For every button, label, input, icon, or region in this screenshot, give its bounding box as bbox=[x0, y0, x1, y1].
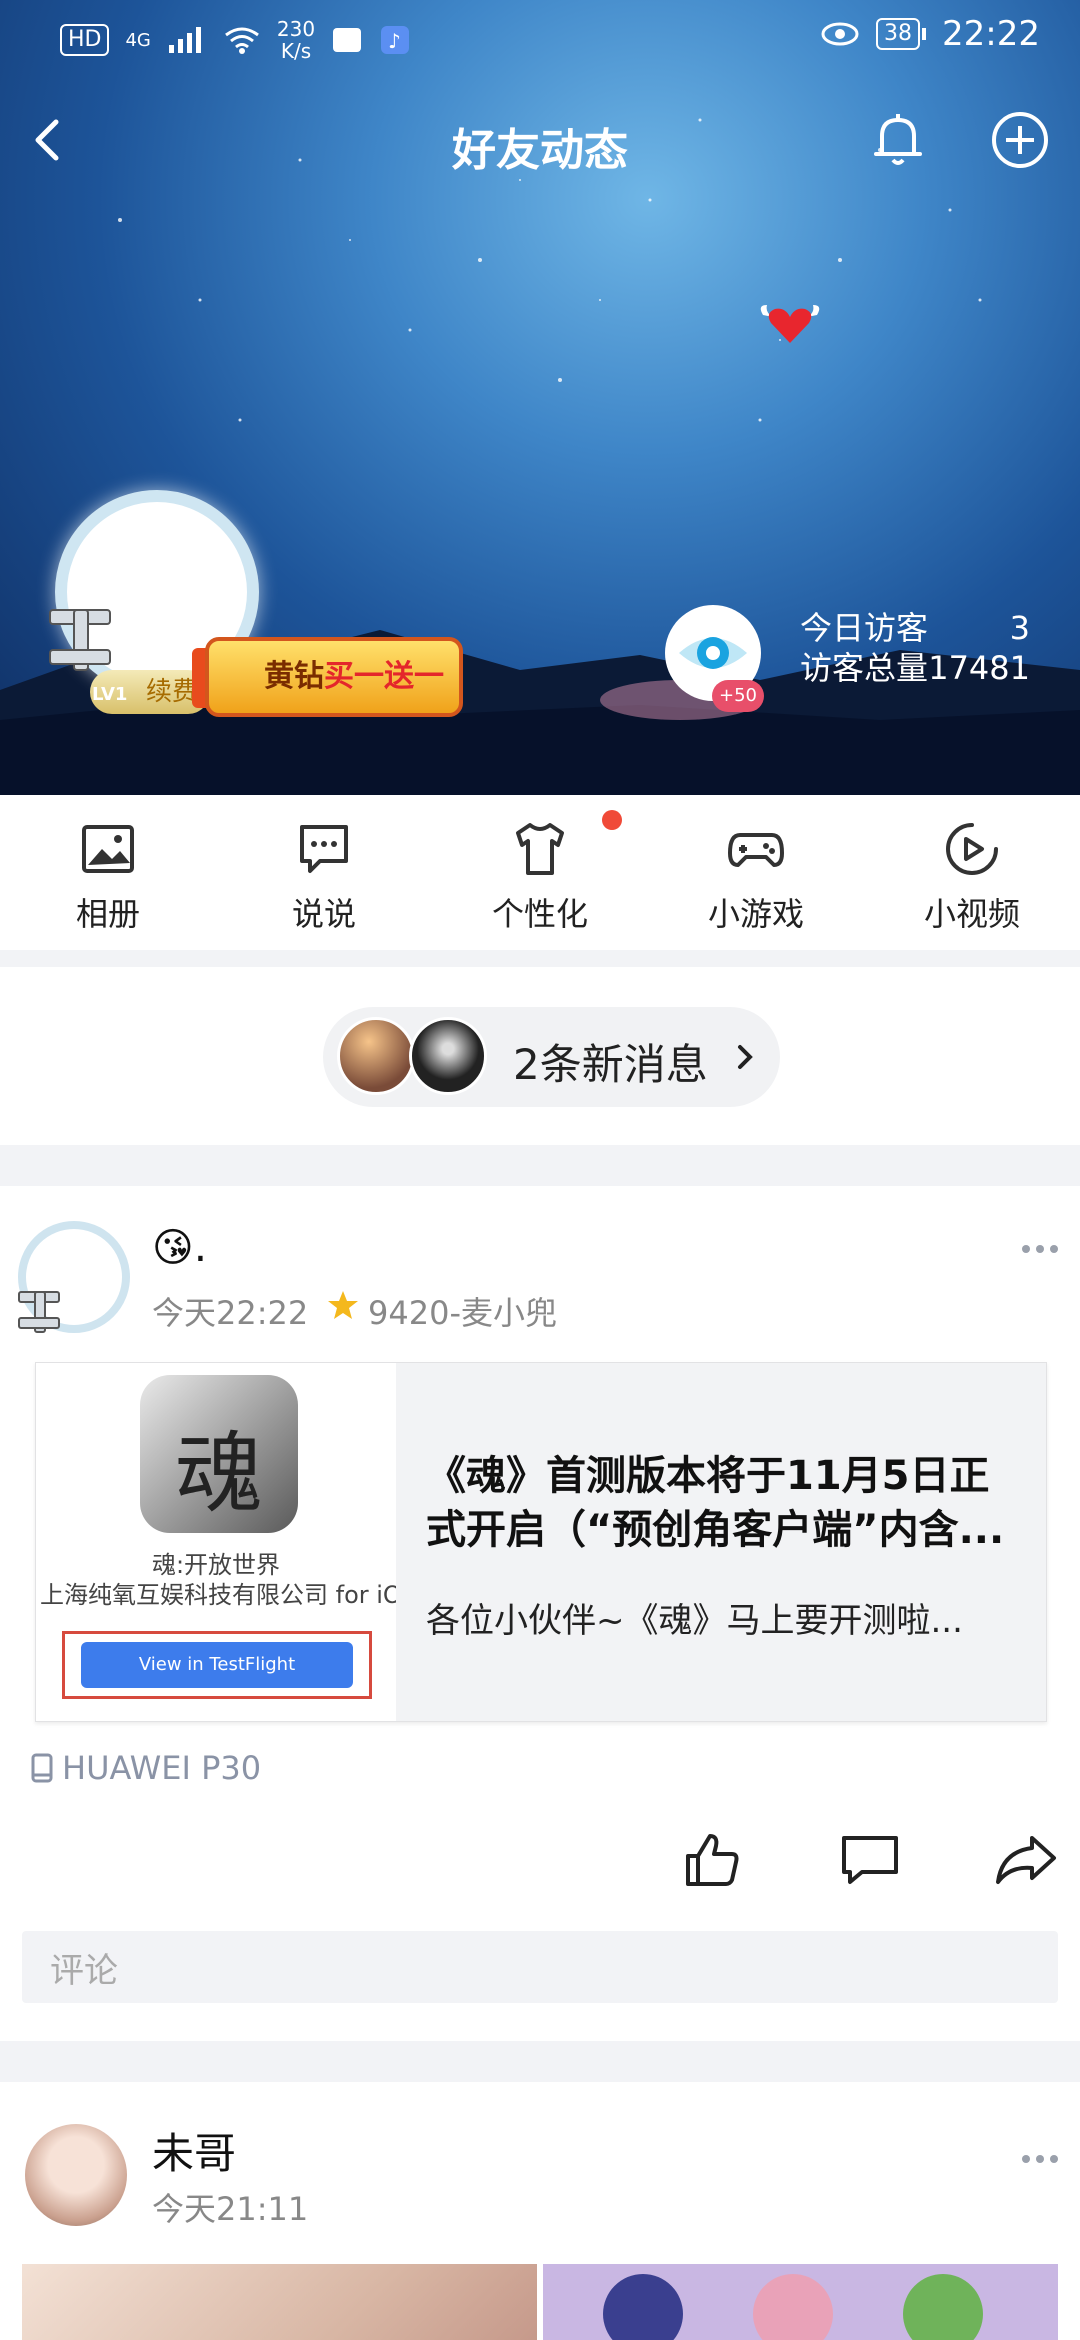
more-options-icon[interactable] bbox=[1020, 2152, 1060, 2166]
app-icon: 魂 bbox=[140, 1375, 298, 1533]
visitors-today-value: 3 bbox=[1009, 609, 1030, 647]
quicknav-personalize[interactable]: 个性化 bbox=[432, 795, 648, 950]
app-company: 上海纯氧互娱科技有限公司 for iOS bbox=[40, 1581, 396, 1609]
quicknav-album[interactable]: 相册 bbox=[0, 795, 216, 950]
avatar-frame-ornament bbox=[49, 609, 111, 671]
clock: 22:22 bbox=[942, 14, 1040, 54]
add-circle-icon[interactable] bbox=[988, 108, 1052, 172]
tshirt-icon bbox=[516, 823, 564, 875]
post-tag[interactable]: 9420-麦小兜 bbox=[368, 1288, 557, 1334]
hd-indicator: HD bbox=[60, 24, 110, 56]
eye-comfort-icon bbox=[821, 22, 859, 46]
svg-text:♪: ♪ bbox=[388, 29, 401, 53]
app-icon-glyph: 魂 bbox=[174, 1422, 263, 1525]
new-messages-section: 2条新消息 bbox=[0, 967, 1080, 1145]
promo-prefix: 黄钻 bbox=[264, 659, 324, 694]
network-speed: 230 K/s bbox=[277, 18, 315, 62]
shared-link-thumbnail: 魂 魂:开放世界 上海纯氧互娱科技有限公司 for iOS View in Te… bbox=[36, 1363, 396, 1721]
promo-highlight: 买一送一 bbox=[324, 659, 444, 694]
comment-input[interactable]: 评论 bbox=[22, 1931, 1058, 2003]
kiss-emoji-icon: 😘 bbox=[152, 1225, 194, 1271]
post-author-name[interactable]: 😘. bbox=[152, 1222, 207, 1271]
play-circle-icon bbox=[946, 823, 998, 875]
testflight-button: View in TestFlight bbox=[81, 1642, 353, 1688]
quicknav-games[interactable]: 小游戏 bbox=[648, 795, 864, 950]
battery-level: 38 bbox=[876, 18, 921, 50]
bell-icon[interactable] bbox=[866, 108, 930, 172]
post-image[interactable] bbox=[543, 2264, 1058, 2340]
chat-bubble-icon bbox=[300, 825, 348, 873]
shared-link-card[interactable]: 魂 魂:开放世界 上海纯氧互娱科技有限公司 for iOS View in Te… bbox=[35, 1362, 1047, 1722]
highlight-frame: View in TestFlight bbox=[62, 1631, 372, 1699]
profile-cover: HD 4G 230 K/s ♪ 38 22:22 好友动态 续费 LV1 黄钻买… bbox=[0, 0, 1080, 795]
new-indicator-dot bbox=[602, 810, 622, 830]
photo-icon bbox=[82, 825, 134, 873]
visitors-total-value: 17481 bbox=[928, 649, 1030, 687]
quick-nav: 相册 说说 个性化 小游戏 小视频 bbox=[0, 795, 1080, 950]
feed-post: 未哥 今天21:11 bbox=[0, 2082, 1080, 2340]
post-time: 今天22:22 bbox=[152, 1294, 309, 1332]
winged-heart-icon bbox=[760, 305, 820, 343]
signal-icon bbox=[168, 27, 201, 53]
chevron-right-icon bbox=[738, 1045, 753, 1069]
top-navigation: 好友动态 bbox=[0, 100, 1080, 190]
comment-icon[interactable] bbox=[838, 1830, 902, 1890]
quicknav-label: 相册 bbox=[75, 895, 140, 933]
quicknav-label: 个性化 bbox=[491, 895, 588, 933]
device-name: HUAWEI P30 bbox=[62, 1749, 262, 1787]
share-arrow-icon[interactable] bbox=[992, 1830, 1058, 1890]
post-time: 今天21:11 bbox=[152, 2190, 309, 2228]
feed-post: 😘. 今天22:22 9420-麦小兜 魂 魂:开放世界 上海纯氧互娱科技有限公… bbox=[0, 1186, 1080, 2041]
quicknav-label: 小游戏 bbox=[707, 895, 804, 933]
music-notification-icon: ♪ bbox=[381, 26, 410, 54]
speed-unit: K/s bbox=[280, 39, 312, 63]
device-info: HUAWEI P30 bbox=[30, 1749, 261, 1787]
quicknav-label: 说说 bbox=[291, 895, 356, 933]
visitors-today-label: 今日访客 bbox=[800, 609, 929, 647]
author-name-text: . bbox=[193, 1222, 208, 1271]
renew-label: 续费 bbox=[145, 677, 198, 707]
level-badge: LV1 bbox=[92, 684, 128, 705]
message-avatar bbox=[337, 1017, 415, 1095]
phone-icon bbox=[31, 1753, 53, 1783]
new-messages-button[interactable]: 2条新消息 bbox=[323, 1007, 780, 1107]
yellow-diamond-promo-button[interactable]: 黄钻买一送一 bbox=[205, 637, 463, 717]
shared-link-description: 各位小伙伴~《魂》马上要开测啦... bbox=[426, 1601, 963, 1641]
post-author-name[interactable]: 未哥 bbox=[152, 2120, 236, 2181]
star-icon bbox=[328, 1291, 358, 1319]
quicknav-videos[interactable]: 小视频 bbox=[864, 795, 1080, 950]
image-decoration bbox=[753, 2274, 833, 2340]
more-options-icon[interactable] bbox=[1020, 1242, 1060, 1256]
comment-placeholder: 评论 bbox=[50, 1951, 118, 1991]
points-badge: +50 bbox=[712, 680, 764, 712]
wifi-icon bbox=[224, 27, 259, 54]
image-decoration bbox=[903, 2274, 983, 2340]
image-decoration bbox=[603, 2274, 683, 2340]
quicknav-posts[interactable]: 说说 bbox=[216, 795, 432, 950]
message-avatar bbox=[409, 1017, 487, 1095]
message-notification-icon bbox=[333, 28, 362, 52]
quicknav-label: 小视频 bbox=[923, 895, 1020, 933]
post-image[interactable] bbox=[22, 2264, 537, 2340]
battery-indicator: 38 bbox=[876, 18, 927, 50]
visitors-total-label: 访客总量 bbox=[800, 649, 929, 687]
gamepad-icon bbox=[728, 833, 784, 867]
network-indicator: 4G bbox=[125, 29, 151, 51]
shared-link-title: 《魂》首测版本将于11月5日正式开启（“预创角客户端”内含... bbox=[426, 1453, 1005, 1553]
visitor-stats[interactable]: 今日访客 3 访客总量 17481 bbox=[800, 608, 1030, 688]
speed-value: 230 bbox=[276, 17, 316, 41]
post-author-avatar[interactable] bbox=[25, 2124, 127, 2226]
new-messages-label: 2条新消息 bbox=[513, 1040, 708, 1089]
status-bar: HD 4G 230 K/s ♪ 38 22:22 bbox=[0, 0, 1080, 72]
thumbs-up-icon[interactable] bbox=[680, 1828, 744, 1892]
avatar-frame-ornament bbox=[18, 1291, 60, 1333]
